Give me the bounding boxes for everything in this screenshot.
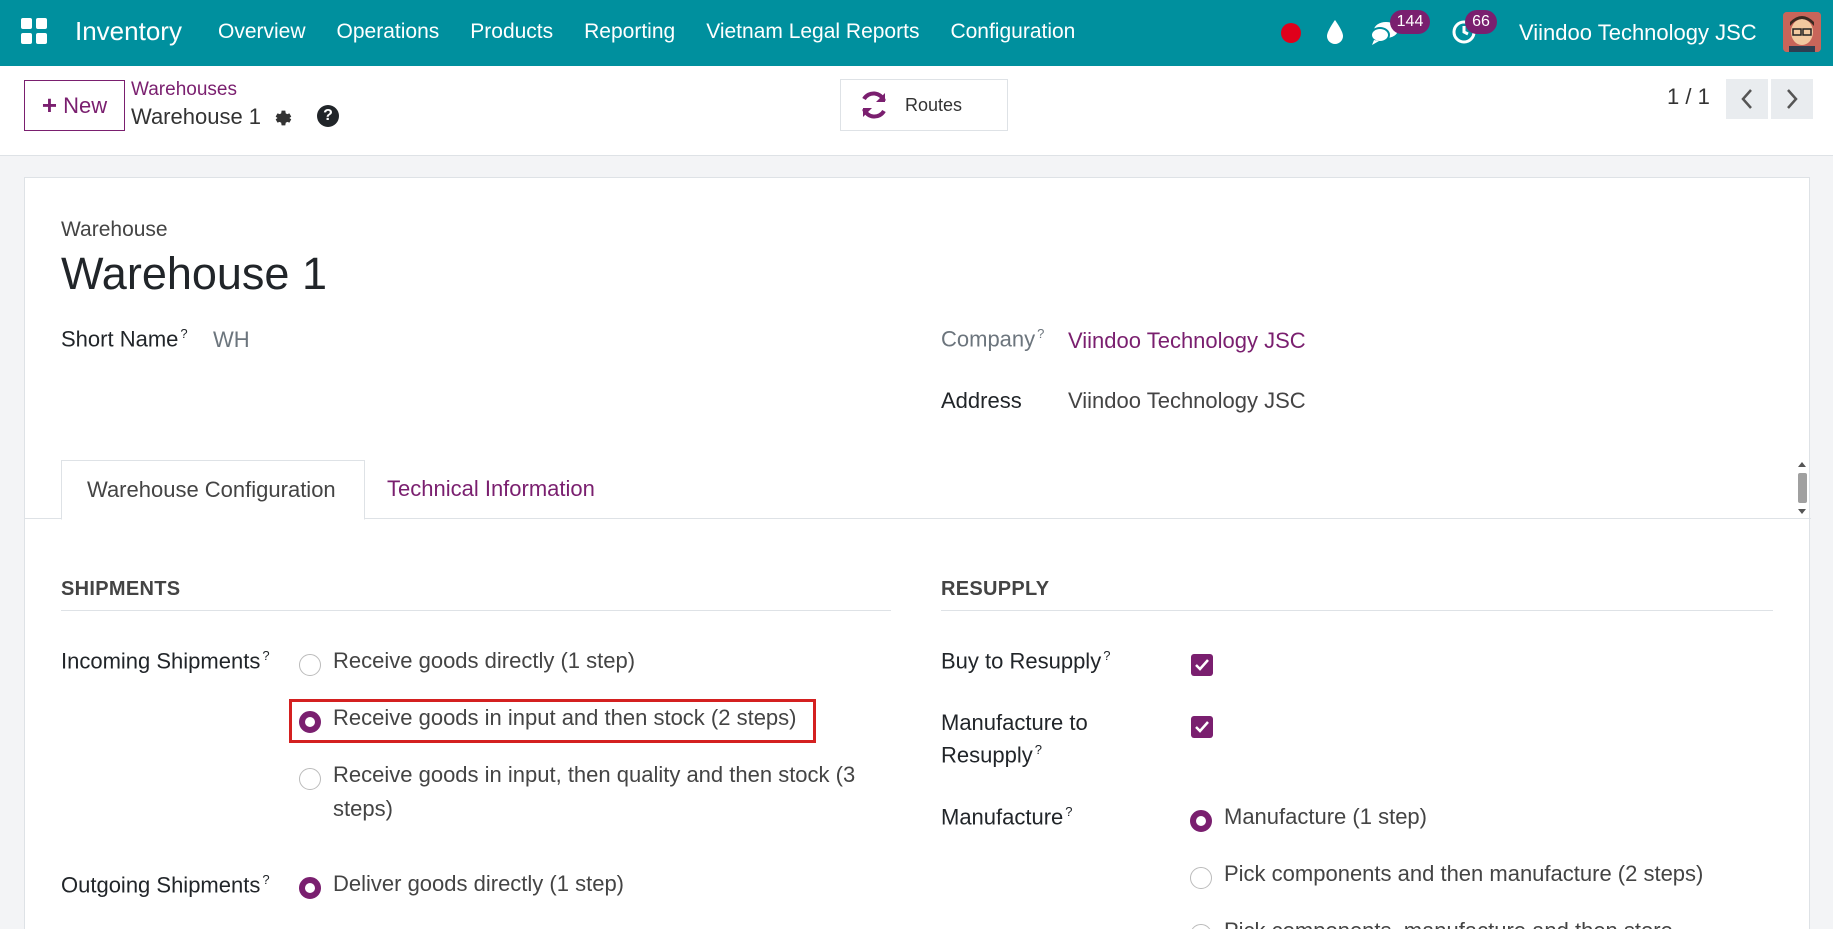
menu-item-configuration[interactable]: Configuration bbox=[950, 20, 1075, 44]
menu-item-vietnam-legal-reports[interactable]: Vietnam Legal Reports bbox=[706, 20, 919, 44]
breadcrumb-current: Warehouse 1 bbox=[131, 104, 262, 129]
menu-item-reporting[interactable]: Reporting bbox=[584, 20, 675, 44]
manufacture-to-resupply-help[interactable]: ? bbox=[1035, 742, 1042, 757]
messages-badge: 144 bbox=[1390, 10, 1430, 34]
resupply-divider bbox=[941, 610, 1773, 611]
manufacture-help[interactable]: ? bbox=[1065, 804, 1072, 819]
buy-to-resupply-help[interactable]: ? bbox=[1103, 648, 1110, 663]
new-button-label: New bbox=[63, 92, 108, 118]
company-label-text: Company bbox=[941, 326, 1036, 352]
outgoing-shipments-label: Outgoing Shipments? bbox=[61, 872, 270, 898]
tab-warehouse-configuration[interactable]: Warehouse Configuration bbox=[61, 460, 365, 520]
routes-smart-button[interactable]: Routes bbox=[840, 79, 1008, 131]
outgoing-shipments-help[interactable]: ? bbox=[262, 872, 269, 887]
incoming-option-1-radio[interactable] bbox=[299, 654, 321, 676]
buy-to-resupply-checkbox[interactable] bbox=[1191, 654, 1213, 676]
form-sheet: Warehouse Warehouse 1 Short Name? WH Com… bbox=[24, 177, 1811, 929]
pager-next-button[interactable] bbox=[1771, 79, 1813, 119]
check-icon bbox=[1195, 659, 1209, 671]
check-icon bbox=[1195, 721, 1209, 733]
scroll-thumb[interactable] bbox=[1798, 473, 1807, 503]
main-menu: Overview Operations Products Reporting V… bbox=[218, 20, 1106, 44]
manufacture-option-2-radio[interactable] bbox=[1190, 867, 1212, 889]
incoming-shipments-label-text: Incoming Shipments bbox=[61, 648, 261, 674]
notebook-tabs: Warehouse Configuration Technical Inform… bbox=[25, 460, 1811, 520]
manufacture-to-resupply-label-line2: Resupply? bbox=[941, 742, 1042, 768]
tab-technical-information[interactable]: Technical Information bbox=[387, 460, 620, 519]
plus-icon: + bbox=[41, 90, 58, 120]
pager-value[interactable]: 1 / 1 bbox=[1667, 84, 1710, 110]
scroll-down-icon[interactable] bbox=[1795, 508, 1809, 516]
top-navbar: Inventory Overview Operations Products R… bbox=[0, 0, 1833, 66]
menu-item-operations[interactable]: Operations bbox=[337, 20, 440, 44]
control-panel: + New Warehouses Warehouse 1 ? Routes 1 /… bbox=[0, 66, 1833, 156]
shipments-divider bbox=[61, 610, 891, 611]
routes-label: Routes bbox=[905, 95, 963, 115]
user-avatar[interactable] bbox=[1783, 12, 1821, 52]
outgoing-option-1-label[interactable]: Deliver goods directly (1 step) bbox=[333, 867, 624, 901]
record-icon[interactable] bbox=[1281, 23, 1301, 43]
record-type-label: Warehouse bbox=[61, 218, 168, 241]
app-menu-icon[interactable] bbox=[21, 18, 47, 44]
refresh-icon bbox=[862, 91, 886, 119]
incoming-option-1-label[interactable]: Receive goods directly (1 step) bbox=[333, 644, 635, 678]
short-name-label: Short Name? bbox=[61, 326, 188, 352]
app-title[interactable]: Inventory bbox=[75, 16, 182, 47]
manufacture-to-resupply-checkbox[interactable] bbox=[1191, 716, 1213, 738]
buy-to-resupply-label: Buy to Resupply? bbox=[941, 648, 1110, 674]
company-help[interactable]: ? bbox=[1037, 326, 1044, 341]
warehouse-name-field[interactable]: Warehouse 1 bbox=[61, 248, 327, 300]
manufacture-option-1-radio[interactable] bbox=[1190, 810, 1212, 832]
new-button[interactable]: + New bbox=[24, 80, 125, 131]
chevron-left-icon bbox=[1741, 89, 1752, 109]
manufacture-to-resupply-label-text: Resupply bbox=[941, 742, 1033, 768]
gear-icon[interactable] bbox=[272, 107, 294, 129]
manufacture-label: Manufacture? bbox=[941, 804, 1073, 830]
manufacture-label-text: Manufacture bbox=[941, 804, 1064, 830]
incoming-option-3-radio[interactable] bbox=[299, 768, 321, 790]
manufacture-option-3-label[interactable]: Pick components, manufacture and then st… bbox=[1224, 914, 1673, 929]
address-field[interactable]: Viindoo Technology JSC bbox=[1068, 388, 1306, 414]
menu-item-overview[interactable]: Overview bbox=[218, 20, 306, 44]
buy-to-resupply-label-text: Buy to Resupply bbox=[941, 648, 1102, 674]
company-label: Company? bbox=[941, 326, 1044, 352]
manufacture-option-2-label[interactable]: Pick components and then manufacture (2 … bbox=[1224, 857, 1703, 891]
scroll-up-icon[interactable] bbox=[1795, 460, 1809, 468]
company-switcher[interactable]: Viindoo Technology JSC bbox=[1519, 20, 1757, 46]
manufacture-option-1-label[interactable]: Manufacture (1 step) bbox=[1224, 800, 1427, 834]
shipments-section-title: SHIPMENTS bbox=[61, 578, 181, 600]
incoming-option-3-label-line2[interactable]: steps) bbox=[333, 792, 393, 826]
outgoing-option-1-radio[interactable] bbox=[299, 877, 321, 899]
menu-item-products[interactable]: Products bbox=[470, 20, 553, 44]
manufacture-option-3-radio[interactable] bbox=[1190, 924, 1212, 929]
pager-previous-button[interactable] bbox=[1726, 79, 1768, 119]
breadcrumb-warehouses[interactable]: Warehouses bbox=[131, 79, 237, 101]
droplet-icon[interactable] bbox=[1324, 18, 1346, 46]
company-field[interactable]: Viindoo Technology JSC bbox=[1068, 328, 1306, 354]
resupply-section-title: RESUPPLY bbox=[941, 578, 1050, 600]
short-name-help[interactable]: ? bbox=[180, 326, 187, 341]
chevron-right-icon bbox=[1787, 89, 1798, 109]
short-name-field[interactable]: WH bbox=[213, 327, 250, 353]
incoming-shipments-label: Incoming Shipments? bbox=[61, 648, 270, 674]
outgoing-shipments-label-text: Outgoing Shipments bbox=[61, 872, 261, 898]
help-icon[interactable]: ? bbox=[317, 105, 339, 127]
incoming-option-3-label-line1[interactable]: Receive goods in input, then quality and… bbox=[333, 758, 855, 792]
address-label: Address bbox=[941, 388, 1022, 413]
tabs-scrollbar[interactable] bbox=[1795, 460, 1809, 516]
manufacture-to-resupply-label-line1: Manufacture to bbox=[941, 710, 1088, 735]
short-name-label-text: Short Name bbox=[61, 326, 179, 352]
activities-badge: 66 bbox=[1465, 10, 1497, 34]
incoming-shipments-help[interactable]: ? bbox=[262, 648, 269, 663]
highlight-annotation-box bbox=[289, 699, 816, 743]
